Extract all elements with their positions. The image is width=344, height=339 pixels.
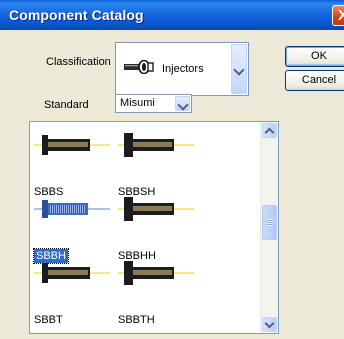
list-item[interactable]: SBBTH [114, 258, 194, 326]
title-bar[interactable]: Component Catalog X [0, 0, 344, 30]
list-item-selected[interactable]: SBBH [30, 194, 110, 264]
list-item[interactable]: SBBT [30, 258, 110, 326]
list-item[interactable]: SBBHH [114, 194, 194, 262]
classification-label: Classification [46, 56, 111, 68]
injector-thumbnail-icon [34, 200, 110, 218]
list-item[interactable]: SBBS [30, 130, 110, 198]
injector-thumbnail-icon [34, 135, 110, 155]
item-label: SBBT [34, 314, 63, 326]
injector-thumbnail-icon [118, 261, 194, 285]
injector-thumbnail-icon [34, 263, 110, 283]
injector-thumbnail-icon [118, 197, 194, 221]
classification-dropdown[interactable]: Injectors [115, 42, 249, 96]
injector-thumbnail-icon [118, 133, 194, 157]
standard-value: Misumi [120, 97, 155, 109]
classification-dropdown-button[interactable] [231, 44, 247, 94]
scroll-thumb[interactable] [262, 205, 277, 240]
component-catalog-dialog: Component Catalog X Classification Injec… [0, 0, 344, 339]
list-item[interactable]: SBBSH [114, 130, 194, 198]
standard-dropdown[interactable]: Misumi [115, 94, 192, 113]
component-list[interactable]: SBBS SBBSH SBBH SBBHH SBBT SBBTH [29, 121, 279, 334]
window-title: Component Catalog [9, 7, 144, 23]
close-button[interactable]: X [332, 5, 344, 26]
standard-label: Standard [44, 99, 89, 111]
ok-button[interactable]: OK [285, 46, 344, 67]
standard-dropdown-button[interactable] [175, 96, 190, 111]
item-label: SBBTH [118, 314, 155, 326]
classification-value: Injectors [162, 63, 204, 75]
scroll-up-button[interactable] [262, 123, 277, 138]
scroll-down-button[interactable] [262, 317, 277, 332]
close-icon: X [337, 7, 344, 24]
vertical-scrollbar[interactable] [260, 122, 278, 333]
cancel-button[interactable]: Cancel [285, 70, 344, 91]
injector-icon [124, 60, 154, 74]
